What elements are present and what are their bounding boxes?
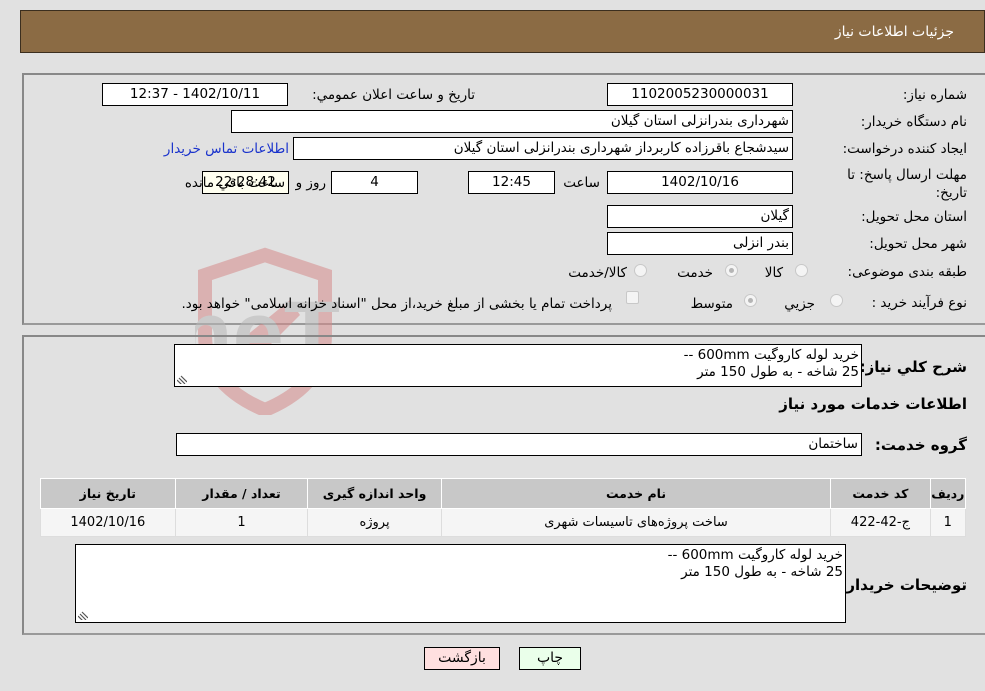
need-number-label: شماره نیاز: (902, 87, 967, 103)
province-label: استان محل تحویل: (861, 209, 967, 225)
cell-service-code: ج-42-422 (830, 508, 931, 537)
buyer-contact-link[interactable]: اطلاعات تماس خريدار (164, 141, 289, 157)
col-unit: واحد اندازه گیری (307, 478, 442, 509)
buyer-notes-textarea[interactable]: خرید لوله کاروگیت 600mm -- 25 شاخه - به … (75, 544, 846, 623)
process-medium-radio[interactable] (744, 294, 757, 307)
summary-line: خرید لوله کاروگیت 600mm -- (683, 347, 859, 363)
col-service-name: نام خدمت (440, 478, 832, 509)
category-goods-radio[interactable] (795, 264, 808, 277)
deadline-time-label: ساعت (563, 175, 600, 191)
category-service-radio[interactable] (725, 264, 738, 277)
requester-label: ایجاد کننده درخواست: (842, 141, 967, 157)
deadline-time-field[interactable]: 12:45 (468, 171, 555, 194)
summary-line: 25 شاخه - به طول 150 متر (697, 364, 859, 380)
category-service-label: خدمت (677, 265, 713, 281)
buyer-org-label: نام دستگاه خريدار: (860, 114, 967, 130)
col-quantity: تعداد / مقدار (174, 478, 309, 509)
cell-unit: پروژه (307, 508, 442, 537)
service-group-label: گروه خدمت: (874, 436, 967, 454)
category-goods-service-label: کالا/خدمت (568, 265, 627, 281)
cell-need-date: 1402/10/16 (40, 508, 176, 537)
page-title: جزئیات اطلاعات نیاز (834, 24, 954, 40)
announce-datetime-label: تاریخ و ساعت اعلان عمومي: (312, 87, 475, 103)
process-minor-radio[interactable] (830, 294, 843, 307)
cell-service-name: ساخت پروژه‌های تاسیسات شهری (440, 508, 832, 537)
treasury-note: پرداخت تمام یا بخشی از مبلغ خرید،از محل … (181, 296, 612, 312)
col-service-code: کد خدمت (830, 478, 931, 509)
category-goods-service-radio[interactable] (634, 264, 647, 277)
province-field[interactable]: گیلان (607, 205, 793, 228)
treasury-checkbox[interactable] (626, 291, 639, 304)
resize-grip-icon[interactable] (177, 374, 187, 384)
days-label: روز و (295, 175, 326, 191)
city-field[interactable]: بندر انزلی (607, 232, 793, 255)
page-header: جزئیات اطلاعات نیاز (20, 10, 985, 53)
remaining-days-field: 4 (331, 171, 418, 194)
table-row: 1 ج-42-422 ساخت پروژه‌های تاسیسات شهری پ… (40, 508, 967, 537)
buyer-notes-line: 25 شاخه - به طول 150 متر (681, 564, 843, 580)
category-goods-label: کالا (764, 265, 783, 281)
summary-textarea[interactable]: خرید لوله کاروگیت 600mm -- 25 شاخه - به … (174, 344, 862, 387)
deadline-label: مهلت ارسال پاسخ: تا تاریخ: (847, 167, 967, 201)
col-row-number: رديف (929, 478, 967, 509)
services-table: رديف کد خدمت نام خدمت واحد اندازه گیری ت… (40, 478, 967, 537)
city-label: شهر محل تحویل: (869, 236, 967, 252)
remaining-time-label: ساعت باقي مانده (184, 175, 285, 191)
service-group-field[interactable]: ساختمان (176, 433, 862, 456)
summary-label: شرح کلي نياز: (859, 358, 967, 376)
buyer-org-field[interactable]: شهرداری بندرانزلی استان گیلان (231, 110, 793, 133)
process-minor-label: جزيي (784, 296, 815, 312)
buyer-notes-line: خرید لوله کاروگیت 600mm -- (667, 547, 843, 563)
announce-datetime-field[interactable]: 1402/10/11 - 12:37 (102, 83, 288, 106)
col-need-date: تاریخ نیاز (40, 478, 176, 509)
resize-grip-icon[interactable] (78, 610, 88, 620)
need-number-field[interactable]: 1102005230000031 (607, 83, 793, 106)
table-header-row: رديف کد خدمت نام خدمت واحد اندازه گیری ت… (40, 478, 967, 509)
category-label: طبقه بندی موضوعی: (847, 264, 967, 280)
buyer-notes-label: توضیحات خریدار: (840, 576, 967, 594)
cell-row-number: 1 (929, 508, 967, 537)
services-section-title: اطلاعات خدمات مورد نياز (779, 395, 967, 413)
print-button[interactable]: چاپ (519, 647, 581, 670)
requester-field[interactable]: سیدشجاع باقرزاده کاربرداز شهرداری بندران… (293, 137, 793, 160)
cell-quantity: 1 (174, 508, 309, 537)
purchase-process-label: نوع فرآیند خرید : (871, 295, 967, 311)
deadline-date-field[interactable]: 1402/10/16 (607, 171, 793, 194)
process-medium-label: متوسط (690, 296, 733, 312)
back-button[interactable]: بازگشت (424, 647, 500, 670)
